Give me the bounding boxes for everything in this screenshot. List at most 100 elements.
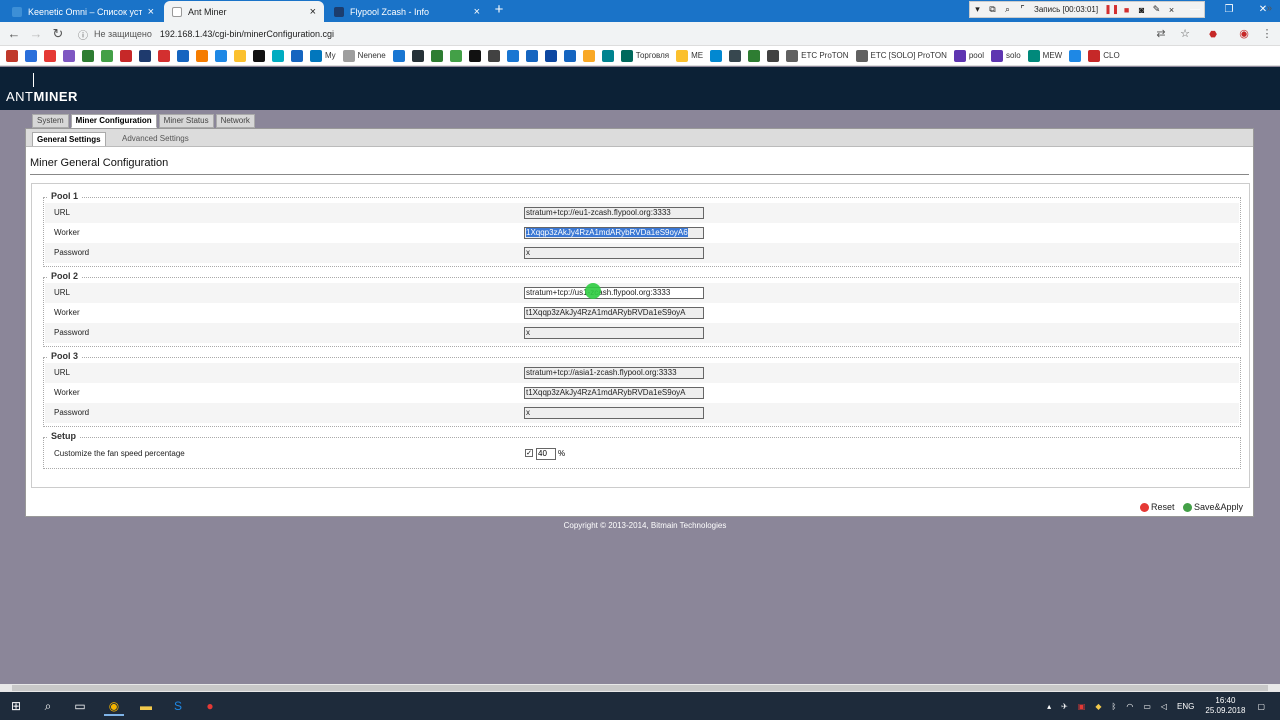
scrollbar-thumb[interactable] xyxy=(12,685,1268,691)
volume-icon[interactable]: ◁ xyxy=(1161,702,1167,711)
window-icon[interactable]: ⧉ xyxy=(985,4,1000,15)
bookmark-item[interactable] xyxy=(710,49,723,62)
tab-advanced-settings[interactable]: Advanced Settings xyxy=(118,132,193,146)
bookmark-item[interactable] xyxy=(525,49,538,62)
bookmark-item[interactable] xyxy=(468,49,481,62)
file-explorer-icon[interactable]: ▬ xyxy=(136,696,156,716)
browser-tab-antminer[interactable]: Ant Miner × xyxy=(164,1,324,22)
bookmark-item[interactable] xyxy=(748,49,761,62)
plus-icon[interactable]: + xyxy=(491,2,507,18)
bookmark-item[interactable] xyxy=(544,49,557,62)
bookmark-item[interactable] xyxy=(1069,49,1082,62)
bookmark-item[interactable] xyxy=(291,49,303,62)
chevron-up-icon[interactable]: ▴ xyxy=(1047,702,1051,711)
back-icon[interactable]: ← xyxy=(6,26,22,42)
pencil-icon[interactable]: ✎ xyxy=(1149,4,1164,15)
bookmark-item[interactable] xyxy=(158,49,170,62)
bookmark-item[interactable] xyxy=(177,49,189,62)
search-icon[interactable]: ⌕ xyxy=(1000,4,1015,15)
browser-tab-flypool[interactable]: Flypool Zcash - Info × xyxy=(326,1,488,22)
language-indicator[interactable]: ENG xyxy=(1177,702,1194,711)
extension-icon[interactable]: ◉ xyxy=(1236,26,1252,42)
pause-icon[interactable]: ❚❚ xyxy=(1104,4,1119,15)
pool-3-password-input[interactable]: x xyxy=(524,407,704,419)
save-apply-button[interactable]: Save&Apply xyxy=(1183,501,1243,513)
close-icon[interactable]: × xyxy=(310,6,316,18)
bookmark-item[interactable] xyxy=(234,49,246,62)
pool-2-worker-input[interactable]: t1Xqqp3zAkJy4RzA1mdARybRVDa1eS9oyA xyxy=(524,307,704,319)
bookmark-item[interactable] xyxy=(582,49,595,62)
menu-icon[interactable]: ⋮ xyxy=(1259,26,1275,42)
url-text[interactable]: 192.168.1.43/cgi-bin/minerConfiguration.… xyxy=(160,29,334,39)
pool-1-worker-input[interactable]: 1Xqqp3zAkJy4RzA1mdARybRVDa1eS9oyA6 xyxy=(524,227,704,239)
bookmark-item[interactable]: MEW xyxy=(1027,49,1062,62)
dropdown-icon[interactable]: ▾ xyxy=(970,4,985,15)
fan-speed-input[interactable]: 40 xyxy=(536,448,556,460)
close-icon[interactable]: × xyxy=(474,6,480,18)
bookmark-item[interactable]: Nenene xyxy=(342,49,386,62)
reset-button[interactable]: Reset xyxy=(1140,501,1175,513)
camera-icon[interactable]: ◙ xyxy=(1134,5,1149,15)
stop-icon[interactable]: ■ xyxy=(1119,5,1134,15)
bookmark-item[interactable] xyxy=(487,49,500,62)
restore-icon[interactable]: ❐ xyxy=(1212,0,1246,22)
close-icon[interactable]: × xyxy=(148,6,154,18)
clock[interactable]: 16:40 25.09.2018 xyxy=(1205,696,1245,716)
crop-icon[interactable]: ⌜ xyxy=(1015,4,1030,15)
bookmark-item[interactable] xyxy=(729,49,742,62)
pool-3-worker-input[interactable]: t1Xqqp3zAkJy4RzA1mdARybRVDa1eS9oyA xyxy=(524,387,704,399)
tab-system[interactable]: System xyxy=(32,114,69,128)
info-icon[interactable]: ⓘ xyxy=(78,27,88,42)
record-icon[interactable]: ● xyxy=(200,696,220,716)
tab-miner-configuration[interactable]: Miner Configuration xyxy=(70,114,157,128)
bookmark-item[interactable] xyxy=(63,49,75,62)
bookmark-item[interactable]: pool xyxy=(953,49,984,62)
bookmark-item[interactable] xyxy=(449,49,462,62)
bookmark-item[interactable] xyxy=(272,49,284,62)
bookmark-item[interactable] xyxy=(430,49,443,62)
pool-1-password-input[interactable]: x xyxy=(524,247,704,259)
chrome-icon[interactable]: ◉ xyxy=(104,696,124,716)
translate-icon[interactable]: ⇄ xyxy=(1153,26,1169,42)
pool-3-url-input[interactable]: stratum+tcp://asia1-zcash.flypool.org:33… xyxy=(524,367,704,379)
bookmark-item[interactable] xyxy=(120,49,132,62)
pool-2-password-input[interactable]: x xyxy=(524,327,704,339)
tab-network[interactable]: Network xyxy=(215,114,255,128)
reload-icon[interactable]: ↻ xyxy=(50,26,66,42)
bookmark-item[interactable] xyxy=(44,49,56,62)
bookmark-item[interactable] xyxy=(563,49,576,62)
search-icon[interactable]: ⌕ xyxy=(38,696,58,716)
bookmark-item[interactable] xyxy=(6,49,18,62)
notifications-icon[interactable]: ▢ xyxy=(1257,702,1265,711)
tab-general-settings[interactable]: General Settings xyxy=(32,132,106,146)
bookmark-item[interactable] xyxy=(196,49,208,62)
more-bookmarks-icon[interactable]: » xyxy=(1266,3,1272,14)
pool-1-url-input[interactable]: stratum+tcp://eu1-zcash.flypool.org:3333 xyxy=(524,207,704,219)
pool-2-url-input[interactable]: stratum+tcp://us1-zcash.flypool.org:3333 xyxy=(524,287,704,299)
bookmark-item[interactable] xyxy=(82,49,94,62)
bookmark-item[interactable]: CLO xyxy=(1088,49,1120,62)
bookmark-item[interactable]: ETC [SOLO] ProTON xyxy=(855,49,947,62)
bookmark-item[interactable] xyxy=(25,49,37,62)
browser-tab-keenetic[interactable]: Keenetic Omni – Список устройств × xyxy=(4,1,162,22)
bookmark-item[interactable]: Торговля xyxy=(620,49,669,62)
task-view-icon[interactable]: ▭ xyxy=(70,696,90,716)
minimize-icon[interactable]: — xyxy=(1178,0,1212,22)
display-icon[interactable]: ▭ xyxy=(1143,702,1151,711)
bookmark-item[interactable] xyxy=(215,49,227,62)
sync-icon[interactable]: ✈ xyxy=(1061,702,1068,711)
close-icon[interactable]: × xyxy=(1164,5,1179,15)
bookmark-item[interactable]: ME xyxy=(676,49,703,62)
app-tray-icon[interactable]: ▣ xyxy=(1078,702,1086,711)
windows-start-icon[interactable]: ⊞ xyxy=(6,696,26,716)
app-tray-icon[interactable]: ◆ xyxy=(1095,702,1101,711)
bookmark-item[interactable] xyxy=(392,49,405,62)
bookmark-item[interactable] xyxy=(767,49,780,62)
close-icon[interactable]: ✕ xyxy=(1246,0,1280,22)
bluetooth-icon[interactable]: ᛒ xyxy=(1112,702,1117,711)
horizontal-scrollbar[interactable] xyxy=(0,684,1280,692)
bookmark-item[interactable] xyxy=(253,49,265,62)
bookmark-item[interactable] xyxy=(601,49,614,62)
fan-speed-checkbox[interactable]: ✓ xyxy=(525,449,533,457)
forward-icon[interactable]: → xyxy=(28,26,44,42)
